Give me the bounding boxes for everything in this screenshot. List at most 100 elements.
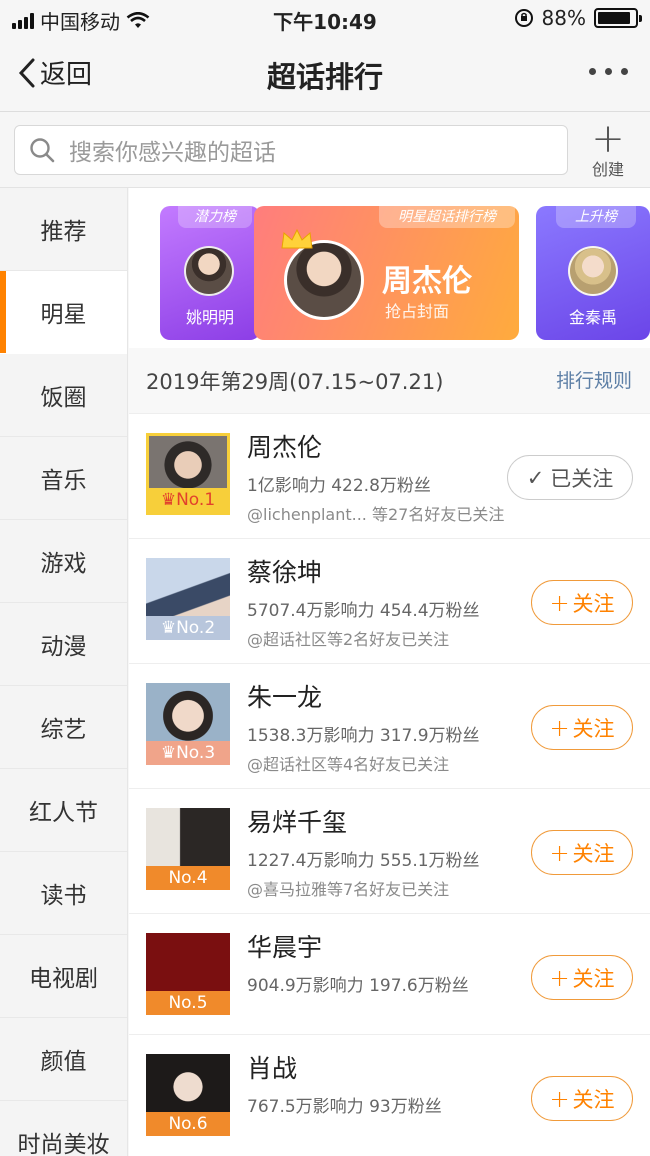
crown-icon: ♛	[160, 743, 177, 763]
star-name: 周杰伦	[247, 433, 323, 462]
sidebar-item-recommend[interactable]: 推荐	[0, 188, 127, 271]
ranking-row[interactable]: ♛No.1 周杰伦 1亿影响力 422.8万粉丝 @lichenplant...…	[129, 414, 650, 539]
banner-tag: 潜力榜	[178, 206, 252, 228]
sidebar-item-variety[interactable]: 综艺	[0, 686, 127, 769]
ranking-panel: 潜力榜 姚明明 明星超话排行榜 周杰伦 抢占封面 上升榜 金秦禹 2019年第2…	[129, 188, 650, 1156]
search-icon	[30, 138, 55, 163]
rank-badge: No.6	[146, 1112, 230, 1136]
sidebar-item-looks[interactable]: 颜值	[0, 1018, 127, 1101]
followed-button[interactable]: ✓ 已关注	[507, 455, 633, 500]
follow-button[interactable]: + 关注	[531, 830, 633, 875]
potential-list-banner[interactable]: 潜力榜 姚明明	[160, 206, 260, 340]
follow-button[interactable]: + 关注	[531, 705, 633, 750]
crown-icon	[281, 228, 313, 249]
star-name: 华晨宇	[247, 933, 323, 962]
search-row: 搜索你感兴趣的超话 + 创建	[0, 112, 650, 188]
ranking-row[interactable]: No.6 肖战 767.5万影响力 93万粉丝 + 关注	[129, 1035, 650, 1156]
sidebar-item-music[interactable]: 音乐	[0, 437, 127, 520]
navigation-bar: 返回 超话排行	[0, 36, 650, 112]
influence-stats: 1亿影响力 422.8万粉丝	[247, 476, 431, 496]
create-button[interactable]: + 创建	[580, 116, 636, 180]
star-name: 蔡徐坤	[247, 558, 323, 587]
follow-button[interactable]: + 关注	[531, 1076, 633, 1121]
ranking-row[interactable]: ♛No.3 朱一龙 1538.3万影响力 317.9万粉丝 @超话社区等4名好友…	[129, 664, 650, 789]
influence-stats: 904.9万影响力 197.6万粉丝	[247, 976, 469, 996]
plus-icon: +	[549, 838, 570, 867]
ranking-row[interactable]: No.5 华晨宇 904.9万影响力 197.6万粉丝 + 关注	[129, 914, 650, 1035]
avatar	[568, 246, 618, 296]
battery-icon	[594, 8, 642, 28]
star-thumbnail: No.5	[146, 933, 230, 1015]
avatar	[184, 246, 234, 296]
banner-tag: 明星超话排行榜	[379, 206, 515, 228]
ranking-rules-link[interactable]: 排行规则	[556, 366, 632, 393]
rising-list-banner[interactable]: 上升榜 金秦禹	[536, 206, 650, 340]
rank-number: No.3	[176, 743, 216, 763]
avatar	[284, 240, 364, 320]
status-bar: 中国移动 下午10:49 88%	[0, 0, 650, 36]
sidebar-item-influencer-festival[interactable]: 红人节	[0, 769, 127, 852]
rank-number: No.1	[176, 490, 216, 510]
influence-stats: 1227.4万影响力 555.1万粉丝	[247, 851, 480, 871]
sidebar-item-anime[interactable]: 动漫	[0, 603, 127, 686]
sidebar-item-games[interactable]: 游戏	[0, 520, 127, 603]
rank-badge: No.5	[146, 991, 230, 1015]
follow-label: 关注	[572, 1087, 615, 1112]
search-input[interactable]: 搜索你感兴趣的超话	[14, 125, 568, 175]
rank-badge: ♛No.2	[146, 616, 230, 640]
status-right: 88%	[514, 6, 642, 30]
search-placeholder: 搜索你感兴趣的超话	[69, 140, 276, 166]
influence-stats: 5707.4万影响力 454.4万粉丝	[247, 601, 480, 621]
star-thumbnail: No.4	[146, 808, 230, 890]
rank-badge: ♛No.1	[149, 488, 227, 512]
banner-carousel: 潜力榜 姚明明 明星超话排行榜 周杰伦 抢占封面 上升榜 金秦禹	[129, 188, 650, 348]
crown-icon: ♛	[160, 490, 177, 510]
sidebar-item-reading[interactable]: 读书	[0, 852, 127, 935]
star-thumbnail: ♛No.3	[146, 683, 230, 765]
star-name: 朱一龙	[247, 683, 323, 712]
banner-name: 金秦禹	[568, 308, 617, 327]
follow-button[interactable]: + 关注	[531, 955, 633, 1000]
banner-name: 姚明明	[185, 308, 234, 327]
orientation-lock-icon	[514, 9, 533, 27]
banner-star-name: 周杰伦	[382, 264, 472, 299]
rank-badge: ♛No.3	[146, 741, 230, 765]
ranking-row[interactable]: ♛No.2 蔡徐坤 5707.4万影响力 454.4万粉丝 @超话社区等2名好友…	[129, 539, 650, 664]
star-name: 肖战	[247, 1054, 298, 1083]
star-name: 易烊千玺	[247, 808, 348, 837]
sidebar-item-tv-series[interactable]: 电视剧	[0, 935, 127, 1018]
influence-stats: 767.5万影响力 93万粉丝	[247, 1097, 442, 1117]
page-title: 超话排行	[266, 60, 383, 94]
more-menu-icon[interactable]	[589, 68, 628, 75]
plus-icon: +	[549, 1084, 570, 1113]
sidebar-item-fan-circle[interactable]: 饭圈	[0, 354, 127, 437]
influence-stats: 1538.3万影响力 317.9万粉丝	[247, 726, 480, 746]
follow-label: 关注	[572, 966, 615, 991]
ranking-row[interactable]: No.4 易烊千玺 1227.4万影响力 555.1万粉丝 @喜马拉雅等7名好友…	[129, 789, 650, 914]
friends-following: @超话社区等4名好友已关注	[247, 755, 450, 774]
star-thumbnail: ♛No.2	[146, 558, 230, 640]
create-label: 创建	[591, 160, 624, 179]
friends-following: @lichenplant... 等27名好友已关注	[247, 505, 505, 524]
star-ranking-banner[interactable]: 明星超话排行榜 周杰伦 抢占封面	[254, 206, 519, 340]
battery-percent: 88%	[541, 6, 586, 30]
plus-icon: +	[591, 116, 625, 162]
check-icon: ✓	[526, 465, 545, 490]
follow-label: 关注	[572, 841, 615, 866]
followed-label: 已关注	[550, 466, 614, 491]
crown-icon: ♛	[160, 618, 177, 638]
plus-icon: +	[549, 588, 570, 617]
star-thumbnail: No.6	[146, 1054, 230, 1136]
sidebar-item-fashion-beauty[interactable]: 时尚美妆	[0, 1101, 127, 1156]
week-header: 2019年第29周(07.15~07.21) 排行规则	[129, 348, 650, 414]
follow-label: 关注	[572, 716, 615, 741]
follow-label: 关注	[572, 591, 615, 616]
plus-icon: +	[549, 713, 570, 742]
category-sidebar: 推荐 明星 饭圈 音乐 游戏 动漫 综艺 红人节 读书 电视剧 颜值 时尚美妆	[0, 188, 128, 1156]
follow-button[interactable]: + 关注	[531, 580, 633, 625]
rank-badge: No.4	[146, 866, 230, 890]
star-thumbnail: ♛No.1	[146, 433, 230, 515]
sidebar-item-stars[interactable]: 明星	[0, 271, 127, 354]
rank-number: No.2	[176, 618, 216, 638]
week-label: 2019年第29周(07.15~07.21)	[146, 370, 444, 394]
